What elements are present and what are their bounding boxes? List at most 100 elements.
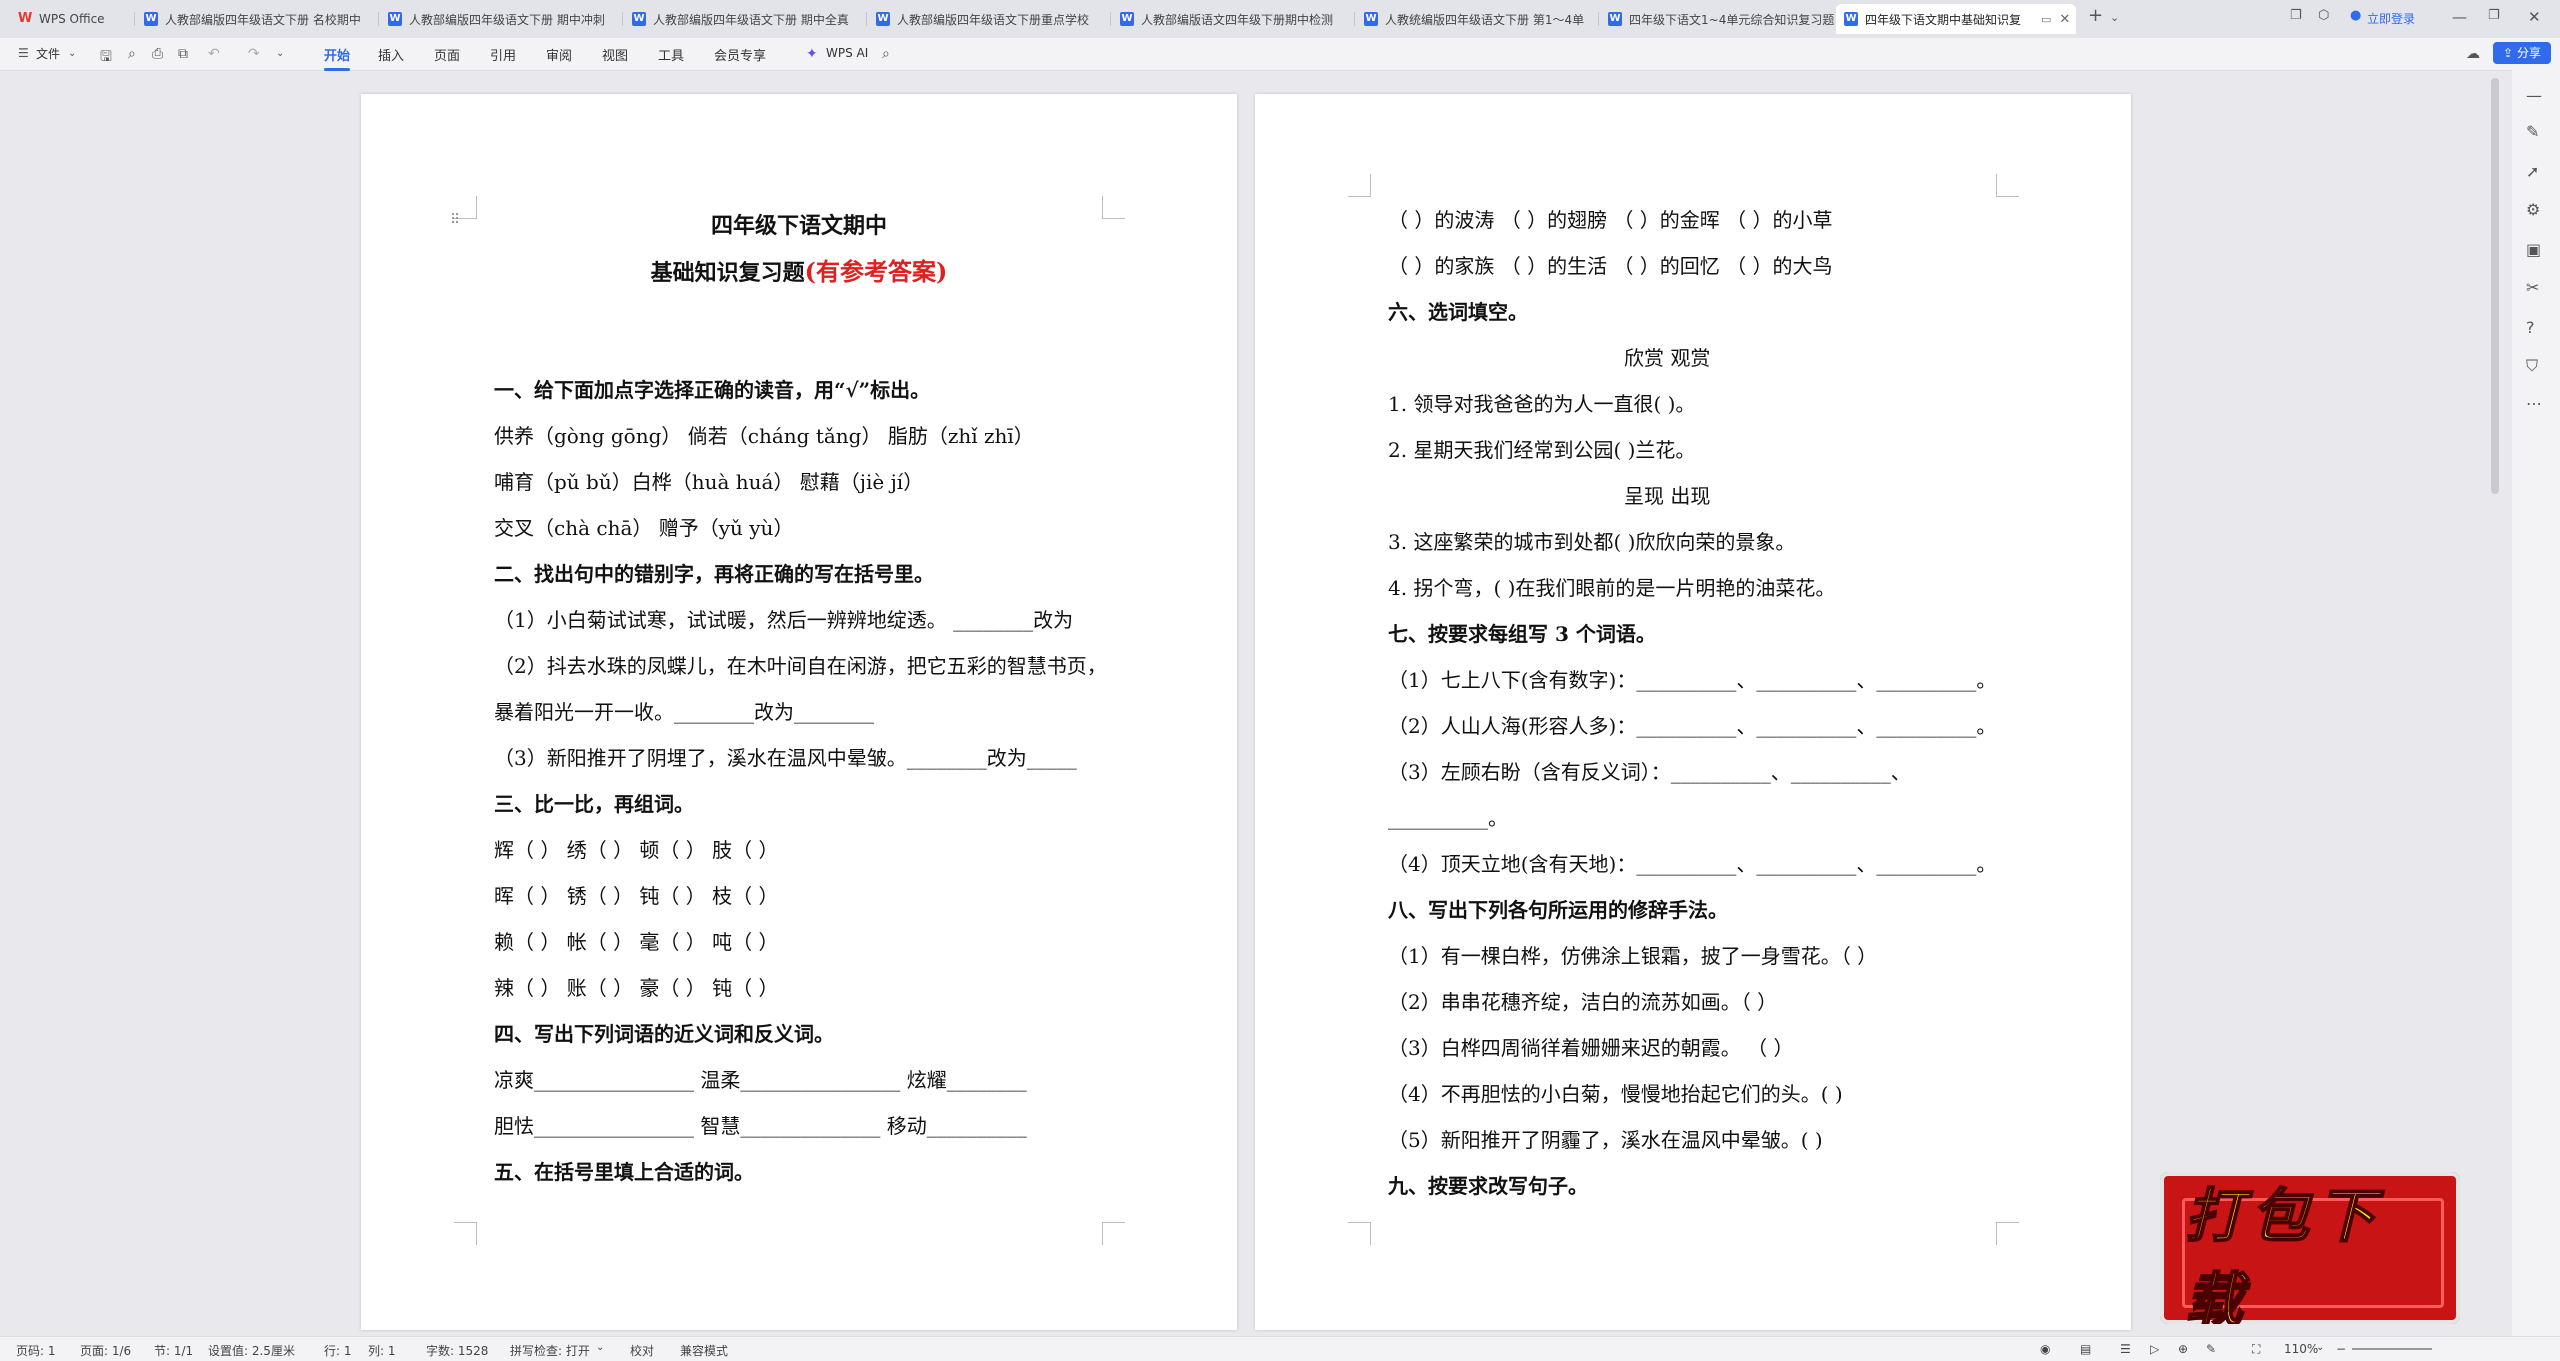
close-tab-icon[interactable]: ✕ xyxy=(2059,12,2070,27)
more-icon[interactable]: ⋯ xyxy=(2526,394,2542,413)
settings-icon[interactable]: ⚙ xyxy=(2526,200,2540,219)
help-icon[interactable]: ? xyxy=(2526,318,2535,337)
chevron-down-icon[interactable]: ⌄ xyxy=(276,48,284,59)
redo-icon[interactable]: ↷ xyxy=(248,46,260,62)
shirt-icon[interactable]: ⛉ xyxy=(2526,356,2538,376)
tools-icon[interactable]: ✂ xyxy=(2526,278,2539,297)
eye-icon[interactable]: ◉ xyxy=(2040,1342,2050,1356)
tab-document[interactable]: W 人教部编版语文四年级下册期中检测 xyxy=(1112,4,1352,34)
image-icon[interactable]: ▣ xyxy=(2526,240,2541,259)
tab-document[interactable]: W 人教部编版四年级语文下册 期中全真 xyxy=(624,4,864,34)
text-line: （2）抖去水珠的凤蝶儿，在木叶间自在闲游，把它五彩的智慧书页， xyxy=(494,654,1107,678)
collapse-icon[interactable]: — xyxy=(2526,86,2542,105)
tab-references[interactable]: 引用 xyxy=(490,45,516,64)
menu-icon[interactable]: ☰ xyxy=(18,46,29,60)
screen-icon[interactable]: ▭ xyxy=(2041,13,2051,26)
writer-doc-icon: W xyxy=(1364,12,1378,26)
share-button[interactable]: ⇪ 分享 xyxy=(2493,42,2551,64)
status-setting[interactable]: 设置值: 2.5厘米 xyxy=(208,1342,295,1359)
text-line: （2）串串花穗齐绽，洁白的流苏如画。（ ） xyxy=(1388,990,1778,1014)
document-page-2[interactable]: （ ）的波涛 （ ）的翅膀 （ ）的金晖 （ ）的小草 （ ）的家族 （ ）的生… xyxy=(1255,94,2131,1330)
fit-page-icon[interactable]: ⛶ xyxy=(2252,1342,2260,1357)
text-line: 哺育（pǔ bǔ）白桦（huà huá） 慰藉（jiè jí） xyxy=(494,470,924,494)
select-icon[interactable]: ➚ xyxy=(2526,162,2539,181)
tab-wps-home[interactable]: W WPS Office xyxy=(10,4,130,34)
tab-tools[interactable]: 工具 xyxy=(658,45,684,64)
tab-page[interactable]: 页面 xyxy=(434,45,460,64)
status-word-count[interactable]: 字数: 1528 xyxy=(426,1342,488,1359)
tab-label: 人教部编版四年级语文下册 期中全真 xyxy=(653,12,849,27)
close-window-icon[interactable]: ✕ xyxy=(2528,8,2541,26)
find-icon[interactable]: ⌕ xyxy=(128,46,136,62)
text-line: （1）有一棵白桦，仿佛涂上银霜，披了一身雪花。（ ） xyxy=(1388,944,1878,968)
tab-document[interactable]: W 人教部编版四年级语文下册 名校期中 xyxy=(136,4,376,34)
chevron-down-icon[interactable]: ⌄ xyxy=(596,1342,604,1353)
tab-label: 人教部编版四年级语文下册重点学校 xyxy=(897,12,1090,27)
status-row[interactable]: 行: 1 xyxy=(324,1342,352,1359)
skin-icon[interactable]: ⬡ xyxy=(2318,8,2329,23)
download-badge[interactable]: 打包下载 xyxy=(2160,1172,2460,1324)
minimize-icon[interactable]: — xyxy=(2452,8,2467,26)
tab-review[interactable]: 审阅 xyxy=(546,45,572,64)
text-line: 辣（ ） 账（ ） 豪（ ） 钝（ ） xyxy=(494,976,779,1000)
tab-home[interactable]: 开始 xyxy=(324,45,351,71)
login-link[interactable]: 立即登录 xyxy=(2367,10,2415,27)
print-preview-icon[interactable]: ⧉ xyxy=(178,46,188,62)
chevron-down-icon[interactable]: ⌄ xyxy=(2316,1342,2324,1353)
edit-icon[interactable]: ✎ xyxy=(2206,1342,2216,1356)
compat-mode-label: 兼容模式 xyxy=(680,1344,729,1358)
section-heading: 五、在括号里填上合适的词。 xyxy=(494,1160,754,1184)
text-line: （ ）的家族 （ ）的生活 （ ）的回忆 （ ）的大鸟 xyxy=(1388,254,1833,278)
tab-member[interactable]: 会员专享 xyxy=(714,45,766,64)
download-badge-text: 打包下载 xyxy=(2184,1181,2384,1324)
word-choices: 呈现 出现 xyxy=(1624,484,1711,508)
text-line: 赖（ ） 帐（ ） 毫（ ） 吨（ ） xyxy=(494,930,779,954)
section-heading: 三、比一比，再组词。 xyxy=(494,792,694,816)
writer-doc-icon: W xyxy=(632,12,646,26)
play-icon[interactable]: ▷ xyxy=(2150,1342,2159,1356)
file-menu[interactable]: 文件 xyxy=(36,45,60,62)
status-page[interactable]: 页码: 1 xyxy=(16,1342,56,1359)
window-mode-icon[interactable]: ❐ xyxy=(2290,8,2302,23)
writer-doc-icon: W xyxy=(388,12,402,26)
tab-label: 人教部编版四年级语文下册 名校期中 xyxy=(165,12,361,27)
search-icon[interactable]: ⌕ xyxy=(882,46,890,62)
tab-document[interactable]: W 人教部编版四年级语文下册重点学校 xyxy=(868,4,1108,34)
text-line: （3）新阳推开了阴埋了，溪水在温风中晕皱。________改为_____ xyxy=(494,746,1077,770)
zoom-out-icon[interactable]: − xyxy=(2336,1342,2346,1356)
writer-doc-icon: W xyxy=(1608,12,1622,26)
page-view-icon[interactable]: ▤ xyxy=(2080,1342,2091,1356)
status-col[interactable]: 列: 1 xyxy=(368,1342,396,1359)
document-page-1[interactable]: ⠿ 四年级下语文期中 基础知识复习题(有参考答案) 一、给下面加点字选择正确的读… xyxy=(361,94,1237,1330)
section-heading: 二、找出句中的错别字，再将正确的写在括号里。 xyxy=(494,562,934,586)
tab-document[interactable]: W 四年级下语文1~4单元综合知识复习题 xyxy=(1600,4,1834,34)
tab-document-active[interactable]: W 四年级下语文期中基础知识复 ▭ ✕ xyxy=(1836,4,2076,34)
new-tab-icon[interactable]: + xyxy=(2088,5,2103,26)
undo-icon[interactable]: ↶ xyxy=(208,46,220,62)
pen-icon[interactable]: ✎ xyxy=(2526,122,2539,141)
proofread-button[interactable]: 校对 xyxy=(630,1342,654,1359)
status-pages[interactable]: 页面: 1/6 xyxy=(80,1342,131,1359)
tab-view[interactable]: 视图 xyxy=(602,45,628,64)
spell-check-toggle[interactable]: 拼写检查: 打开 xyxy=(510,1342,590,1359)
writer-doc-icon: W xyxy=(144,12,158,26)
document-title: 四年级下语文期中 xyxy=(710,213,887,239)
restore-icon[interactable]: ❐ xyxy=(2488,8,2500,23)
tab-document[interactable]: W 人教统编版四年级语文下册 第1～4单 xyxy=(1356,4,1596,34)
tab-insert[interactable]: 插入 xyxy=(378,45,404,64)
chevron-down-icon[interactable]: ⌄ xyxy=(68,48,76,59)
outline-view-icon[interactable]: ☰ xyxy=(2120,1342,2131,1356)
vertical-scrollbar[interactable] xyxy=(2491,78,2499,494)
wps-ai-button[interactable]: WPS AI xyxy=(826,46,868,60)
save-icon[interactable]: 🖫 xyxy=(100,46,112,70)
zoom-slider[interactable] xyxy=(2352,1348,2432,1350)
cloud-icon[interactable]: ☁ xyxy=(2466,46,2480,62)
status-section[interactable]: 节: 1/1 xyxy=(154,1342,193,1359)
chevron-down-icon[interactable]: ⌄ xyxy=(2110,11,2119,24)
print-icon[interactable]: ⎙ xyxy=(152,46,163,62)
zoom-level[interactable]: 110% xyxy=(2284,1342,2318,1356)
writer-doc-icon: W xyxy=(1120,12,1134,26)
tab-document[interactable]: W 人教部编版四年级语文下册 期中冲刺 xyxy=(380,4,620,34)
web-view-icon[interactable]: ⊕ xyxy=(2178,1342,2188,1356)
avatar-icon[interactable]: ● xyxy=(2350,8,2361,23)
